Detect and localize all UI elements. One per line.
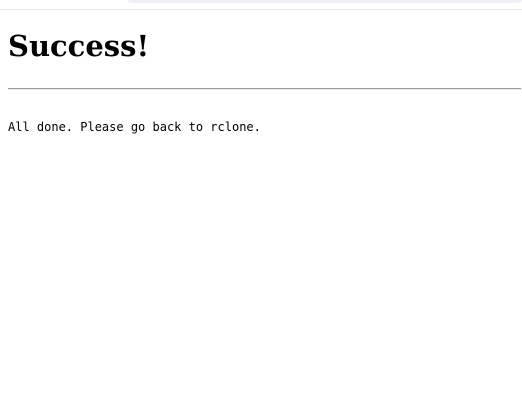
browser-chrome-edge	[128, 0, 522, 3]
page-body: Success! All done. Please go back to rcl…	[0, 10, 522, 414]
divider	[8, 88, 521, 90]
status-message: All done. Please go back to rclone.	[8, 120, 261, 134]
browser-top-strip	[0, 0, 522, 10]
page-title: Success!	[8, 29, 150, 63]
